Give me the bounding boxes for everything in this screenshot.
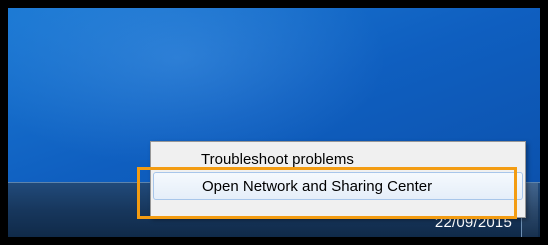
menu-item-open-network-and-sharing-center[interactable]: Open Network and Sharing Center	[153, 172, 523, 200]
network-context-menu: Troubleshoot problems Open Network and S…	[150, 141, 526, 218]
menu-item-troubleshoot-problems[interactable]: Troubleshoot problems	[153, 146, 523, 174]
